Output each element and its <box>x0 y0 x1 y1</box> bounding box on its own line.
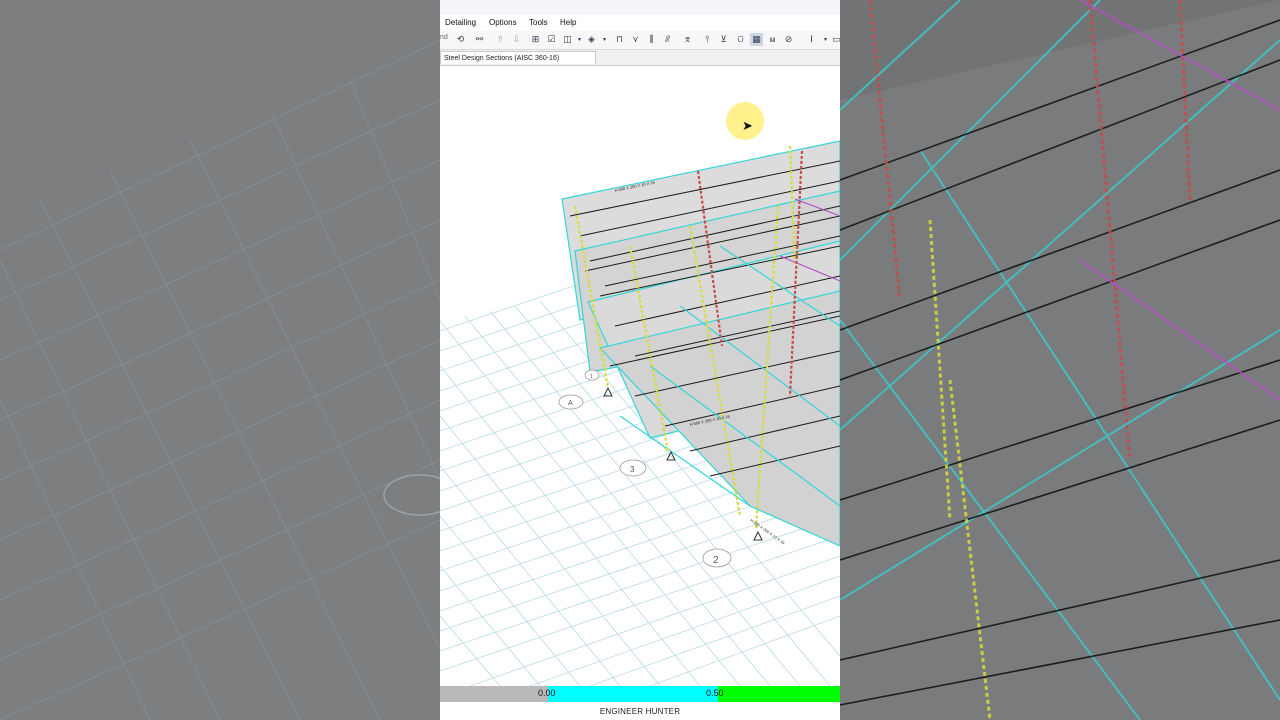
frame-icon[interactable]: ⊓ <box>613 33 626 46</box>
refresh-icon[interactable]: ⟲ <box>454 33 467 46</box>
window-icon[interactable]: ▭ <box>830 33 840 46</box>
select-object-icon[interactable]: ⊞ <box>529 33 542 46</box>
menu-bar: Detailing Options Tools Help <box>440 15 840 31</box>
dropdown-caret-icon-2[interactable]: ▾ <box>598 33 611 46</box>
right-structure-graphic <box>840 0 1280 720</box>
grid-bubble-a-label: A <box>568 400 573 407</box>
title-strip <box>440 0 840 15</box>
stress-ratio-legend: 0.00 0.50 <box>440 686 840 702</box>
left-blurred-backdrop <box>0 0 440 720</box>
etabs-window: Detailing Options Tools Help nd ⟲ ⚯ ⇧ ⇩ … <box>440 0 840 720</box>
spring-icon[interactable]: ⊘ <box>782 33 795 46</box>
legend-cyan-segment <box>548 686 718 702</box>
model-viewport[interactable]: A 3 2 1 H 500 X 200 X 10 X 16 H 500 X 20… <box>440 66 840 686</box>
right-zoomed-backdrop <box>840 0 1280 720</box>
move-up-icon[interactable]: ⇧ <box>494 33 507 46</box>
rubber-band-zoom-icon[interactable]: ⚯ <box>473 33 486 46</box>
checkbox-icon[interactable]: ☑ <box>545 33 558 46</box>
watermark-text: ENGINEER HUNTER <box>440 702 840 720</box>
section-label-3: H 500 X 200 X 10 X 16 <box>749 518 786 546</box>
menu-help[interactable]: Help <box>560 18 576 27</box>
text-cursor-icon[interactable]: Ⅰ <box>805 33 818 46</box>
menu-options[interactable]: Options <box>489 18 517 27</box>
deck-icon[interactable]: ⫻ <box>661 33 674 46</box>
move-down-icon[interactable]: ⇩ <box>510 33 523 46</box>
tab-steel-design-sections[interactable]: Steel Design Sections (AISC 360-16) <box>440 51 596 64</box>
legend-value-050: 0.50 <box>706 688 724 698</box>
toolbar: nd ⟲ ⚯ ⇧ ⇩ ⊞ ☑ ◫ ▾ ◈ ▾ ⊓ ⋎ ⫼ ⫻ ⌆ ⫯ ⊻ ⩂ ▦… <box>440 31 840 50</box>
grid-bubble-1-label: 1 <box>590 374 593 380</box>
view-tab-strip: Steel Design Sections (AISC 360-16) <box>440 50 840 66</box>
3d-box-icon[interactable]: ◈ <box>585 33 598 46</box>
floor-slabs <box>561 140 840 547</box>
legend-value-0: 0.00 <box>538 688 556 698</box>
menu-detailing[interactable]: Detailing <box>445 18 476 27</box>
toolbar-truncated-label: nd <box>440 34 448 41</box>
wall-icon[interactable]: ▦ <box>750 33 763 46</box>
legend-green-segment <box>718 686 840 702</box>
grid-lines-icon[interactable]: ⫼ <box>645 33 658 46</box>
mouse-pointer-icon: ➤ <box>742 119 753 134</box>
grid-bubble-3-label: 3 <box>630 465 635 474</box>
support-icon[interactable]: ⊻ <box>717 33 730 46</box>
link-icon[interactable]: ⌆ <box>681 33 694 46</box>
joint-icon[interactable]: ⫯ <box>701 33 714 46</box>
menu-tools[interactable]: Tools <box>529 18 548 27</box>
left-grid-graphic <box>0 39 440 720</box>
brace-icon[interactable]: ⋎ <box>629 33 642 46</box>
3d-model-graphic: A 3 2 1 H 500 X 200 X 10 X 16 H 500 X 20… <box>440 140 840 686</box>
slab-icon[interactable]: ⩏ <box>766 33 779 46</box>
area-icon[interactable]: ⩂ <box>734 33 747 46</box>
grid-bubble-2-label: 2 <box>713 555 719 566</box>
